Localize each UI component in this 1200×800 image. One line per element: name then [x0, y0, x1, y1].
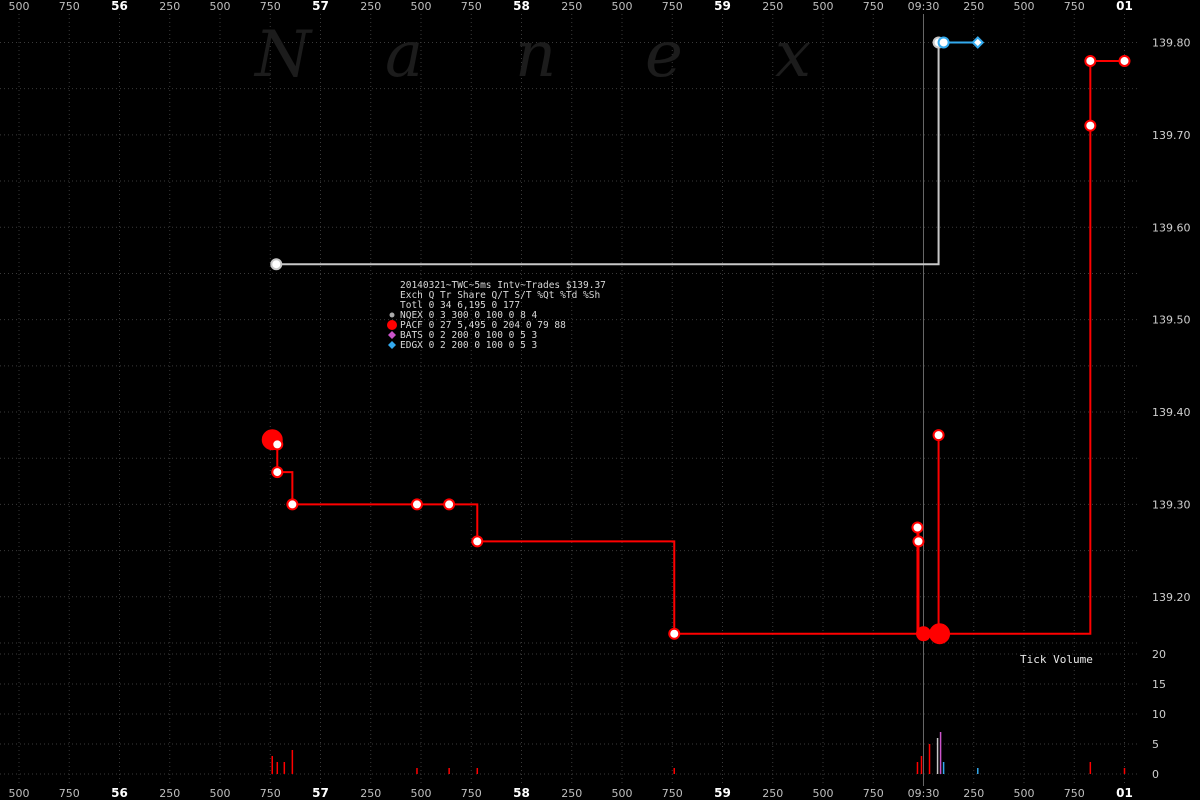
x-tick-label-top: 250 [159, 0, 180, 13]
watermark-letter: e [645, 18, 683, 92]
price-tick-label: 139.60 [1152, 221, 1191, 234]
price-tick-label: 139.20 [1152, 591, 1191, 604]
volume-tick-label: 5 [1152, 738, 1159, 751]
x-tick-label-top: 57 [312, 0, 329, 13]
x-tick-label-bottom: 58 [513, 786, 530, 800]
x-tick-label-top: 500 [9, 0, 30, 13]
x-tick-label-bottom: 250 [762, 787, 783, 800]
trade-marker-pacf [410, 498, 423, 511]
x-tick-label-top: 250 [963, 0, 984, 13]
watermark-letter: a [385, 18, 423, 92]
x-tick-label-top: 750 [260, 0, 281, 13]
trade-marker-pacf [471, 535, 484, 548]
watermark-letter: x [775, 18, 811, 92]
x-tick-label-bottom: 09:30 [908, 787, 940, 800]
volume-tick-label: 10 [1152, 708, 1166, 721]
price-tick-label: 139.40 [1152, 406, 1191, 419]
trade-marker-pacf [932, 429, 945, 442]
price-tick-label: 139.80 [1152, 36, 1191, 49]
trade-marker-pacf [1084, 54, 1097, 67]
trade-chart: Na n e x 500 500 750 750 56 56 250 250 500 500 750 750… [0, 0, 1200, 800]
trade-marker-pacf [912, 535, 925, 548]
x-tick-label-bottom: 250 [360, 787, 381, 800]
x-tick-label-top: 250 [360, 0, 381, 13]
trade-marker-pacf [271, 466, 284, 479]
trade-marker-pacf [929, 623, 951, 645]
x-tick-label-top: 750 [863, 0, 884, 13]
trade-marker-nqex [270, 258, 283, 271]
x-tick-label-top: 750 [1064, 0, 1085, 13]
x-tick-label-top: 58 [513, 0, 530, 13]
volume-tick-label: 15 [1152, 678, 1166, 691]
x-tick-label-top: 750 [662, 0, 683, 13]
trade-marker-pacf [668, 627, 681, 640]
x-tick-label-top: 500 [813, 0, 834, 13]
watermark-letter: N [253, 18, 313, 92]
trade-marker-pacf [1118, 54, 1131, 67]
x-tick-label-top: 250 [561, 0, 582, 13]
x-tick-label-bottom: 750 [662, 787, 683, 800]
x-tick-label-top: 250 [762, 0, 783, 13]
x-tick-label-bottom: 750 [461, 787, 482, 800]
x-tick-label-bottom: 57 [312, 786, 329, 800]
x-tick-label-top: 500 [411, 0, 432, 13]
watermark-letter: n [515, 18, 556, 92]
chart-background [0, 0, 1200, 800]
trade-marker-pacf [911, 521, 924, 534]
x-tick-label-top: 750 [59, 0, 80, 13]
info-marker-dot [389, 312, 395, 318]
x-tick-label-top: 750 [461, 0, 482, 13]
x-tick-label-bottom: 750 [260, 787, 281, 800]
x-tick-label-top: 56 [111, 0, 128, 13]
volume-tick-label: 0 [1152, 768, 1159, 781]
x-tick-label-top: 09:30 [908, 0, 940, 13]
trade-marker-pacf [916, 626, 931, 642]
trade-marker-pacf [286, 498, 299, 511]
tick-volume-label: Tick Volume [1020, 653, 1093, 666]
trade-marker-pacf [271, 438, 284, 451]
volume-tick-label: 20 [1152, 648, 1166, 661]
x-tick-label-bottom: 500 [9, 787, 30, 800]
trade-marker-pacf [1084, 119, 1097, 132]
x-tick-label-bottom: 500 [813, 787, 834, 800]
x-tick-label-bottom: 250 [561, 787, 582, 800]
info-marker-bigdot [387, 320, 397, 330]
price-tick-label: 139.30 [1152, 498, 1191, 511]
price-tick-label: 139.50 [1152, 314, 1191, 327]
x-tick-label-bottom: 500 [612, 787, 633, 800]
x-tick-label-bottom: 500 [1014, 787, 1035, 800]
x-tick-label-top: 500 [210, 0, 231, 13]
x-tick-label-bottom: 500 [411, 787, 432, 800]
x-tick-label-top: 500 [612, 0, 633, 13]
x-tick-label-bottom: 59 [714, 786, 731, 800]
price-tick-label: 139.70 [1152, 129, 1191, 142]
x-tick-label-top: 500 [1014, 0, 1035, 13]
info-row: EDGX 0 2 200 0 100 0 5 3 [400, 340, 537, 351]
x-tick-label-bottom: 01 [1116, 786, 1133, 800]
trade-marker-edgx [937, 36, 950, 49]
trade-marker-pacf [443, 498, 456, 511]
x-tick-label-bottom: 250 [159, 787, 180, 800]
x-tick-label-top: 59 [714, 0, 731, 13]
x-tick-label-top: 01 [1116, 0, 1133, 13]
x-tick-label-bottom: 750 [863, 787, 884, 800]
x-tick-label-bottom: 500 [210, 787, 231, 800]
x-tick-label-bottom: 56 [111, 786, 128, 800]
x-tick-label-bottom: 750 [1064, 787, 1085, 800]
x-tick-label-bottom: 750 [59, 787, 80, 800]
x-tick-label-bottom: 250 [963, 787, 984, 800]
